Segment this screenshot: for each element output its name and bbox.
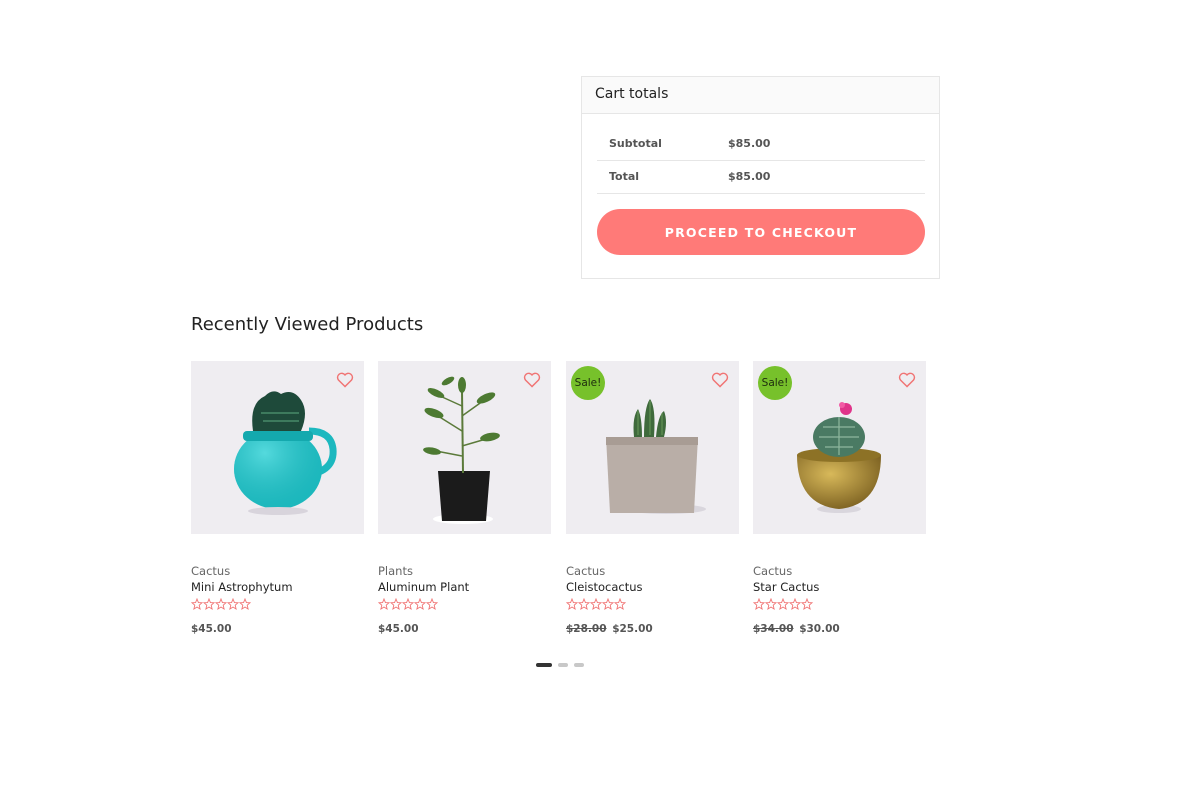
carousel-dot-2[interactable] (558, 663, 568, 667)
product-card: Plants Aluminum Plant $45.00 (377, 361, 551, 635)
cart-totals-table: Subtotal $85.00 Total $85.00 (597, 127, 925, 194)
current-price: $45.00 (191, 623, 232, 635)
product-name[interactable]: Aluminum Plant (378, 580, 551, 594)
subtotal-label: Subtotal (597, 127, 728, 161)
rating-stars-icon (190, 597, 252, 610)
total-value: $85.00 (728, 160, 925, 194)
old-price: $28.00 (566, 623, 607, 635)
product-card: Sale! Cactus Cleistocactus $28.00 $25.00 (565, 361, 739, 635)
total-row: Total $85.00 (597, 160, 925, 194)
carousel-pagination (536, 663, 584, 667)
current-price: $30.00 (799, 623, 840, 635)
old-price: $34.00 (753, 623, 794, 635)
sale-badge: Sale! (571, 366, 605, 400)
product-category[interactable]: Cactus (191, 564, 364, 578)
wishlist-heart-icon[interactable] (898, 372, 916, 388)
product-name[interactable]: Cleistocactus (566, 580, 739, 594)
cart-totals-box: Cart totals Subtotal $85.00 Total $85.00… (581, 76, 940, 279)
recently-viewed-title: Recently Viewed Products (191, 314, 424, 335)
product-image[interactable]: Sale! (566, 361, 739, 534)
product-category[interactable]: Plants (378, 564, 551, 578)
wishlist-heart-icon[interactable] (523, 372, 541, 388)
product-card: Sale! Cactus Star Cactus $34.00 $30.00 (752, 361, 926, 635)
product-price: $34.00 $30.00 (753, 623, 926, 635)
product-image[interactable]: Sale! (753, 361, 926, 534)
product-name[interactable]: Mini Astrophytum (191, 580, 364, 594)
carousel-dot-1[interactable] (536, 663, 552, 667)
current-price: $25.00 (612, 623, 653, 635)
subtotal-row: Subtotal $85.00 (597, 127, 925, 161)
product-image[interactable] (378, 361, 551, 534)
proceed-to-checkout-button[interactable]: PROCEED TO CHECKOUT (597, 209, 925, 255)
product-card: Cactus Mini Astrophytum $45.00 (190, 361, 364, 635)
rating-stars-icon (752, 597, 814, 610)
carousel-dot-3[interactable] (574, 663, 584, 667)
product-image[interactable] (191, 361, 364, 534)
wishlist-heart-icon[interactable] (336, 372, 354, 388)
subtotal-value: $85.00 (728, 127, 925, 161)
product-price: $45.00 (378, 623, 551, 635)
rating-stars-icon (565, 597, 627, 610)
product-price: $45.00 (191, 623, 364, 635)
product-category[interactable]: Cactus (566, 564, 739, 578)
total-label: Total (597, 160, 728, 194)
rating-stars-icon (377, 597, 439, 610)
current-price: $45.00 (378, 623, 419, 635)
product-name[interactable]: Star Cactus (753, 580, 926, 594)
sale-badge: Sale! (758, 366, 792, 400)
product-price: $28.00 $25.00 (566, 623, 739, 635)
cart-totals-title: Cart totals (582, 77, 939, 114)
product-category[interactable]: Cactus (753, 564, 926, 578)
wishlist-heart-icon[interactable] (711, 372, 729, 388)
